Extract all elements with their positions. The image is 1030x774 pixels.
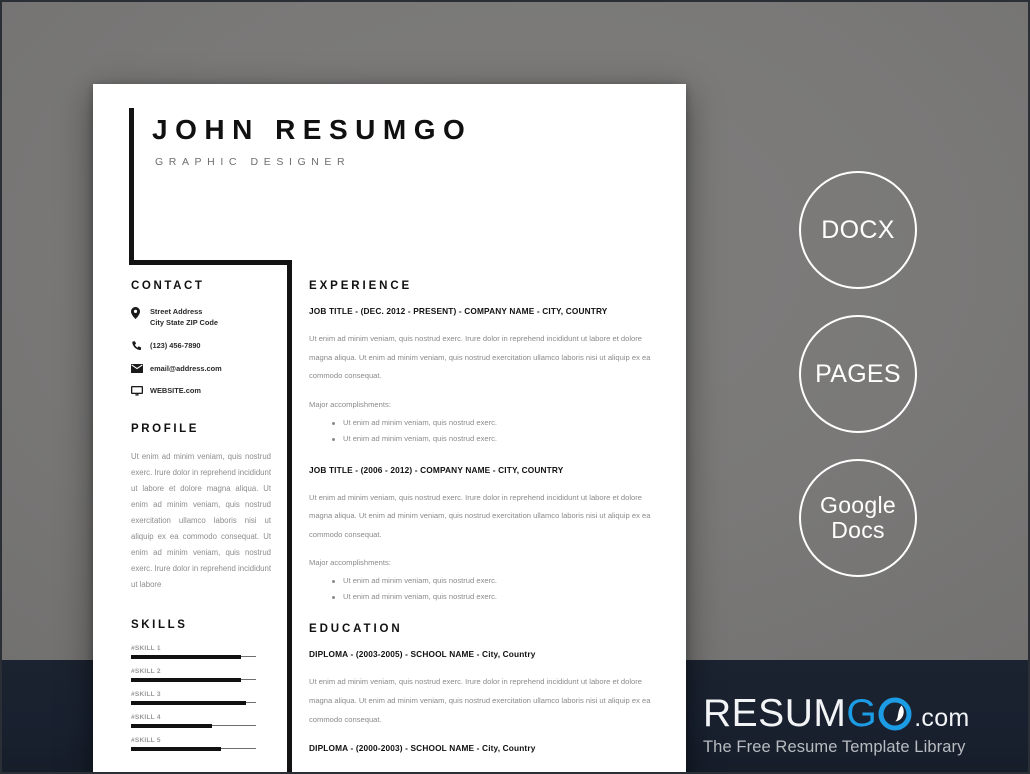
- skill-bar-track: [131, 677, 256, 682]
- format-badge-label: Google Docs: [820, 492, 896, 543]
- format-badge-google-docs[interactable]: Google Docs: [799, 459, 917, 577]
- job-body: Ut enim ad minim veniam, quis nostrud ex…: [309, 492, 651, 539]
- accomplishments-label: Major accomplishments:: [309, 399, 391, 409]
- contact-row-website: WEBSITE.com: [131, 385, 271, 397]
- job-bullets: Ut enim ad minim veniam, quis nostrud ex…: [309, 415, 659, 447]
- skill-bar-track: [131, 746, 256, 751]
- contact-phone-text: (123) 456-7890: [150, 340, 201, 350]
- phone-icon: [131, 340, 150, 352]
- skills-heading: SKILLS: [131, 618, 188, 631]
- list-item: Ut enim ad minim veniam, quis nostrud ex…: [332, 415, 659, 431]
- location-pin-icon: [131, 306, 150, 319]
- contact-row-email: email@address.com: [131, 363, 271, 374]
- skill-label: #SKILL 2: [131, 667, 161, 675]
- logo-text-g: G: [846, 692, 878, 735]
- contact-address-line1: Street Address: [150, 307, 203, 316]
- skill-bar-fill: [131, 654, 241, 659]
- skill-label: #SKILL 1: [131, 644, 161, 652]
- skill-bar-track: [131, 654, 256, 659]
- contact-address-line2: City State ZIP Code: [150, 318, 219, 328]
- envelope-icon: [131, 363, 150, 373]
- skill-item: #SKILL 1: [131, 645, 271, 659]
- format-badge-label: DOCX: [821, 215, 895, 244]
- job-title: JOB TITLE - (DEC. 2012 - PRESENT) - COMP…: [309, 306, 608, 316]
- education-entry-2: DIPLOMA - (2000-2003) - SCHOOL NAME - Ci…: [309, 743, 659, 772]
- format-badge-docx[interactable]: DOCX: [799, 171, 917, 289]
- profile-heading: PROFILE: [131, 422, 200, 435]
- skill-label: #SKILL 5: [131, 736, 161, 744]
- resumgo-branding: RESUM G .com The Free Resume Template Li…: [703, 692, 970, 757]
- job-title: JOB TITLE - (2006 - 2012) - COMPANY NAME…: [309, 464, 564, 475]
- logo-text-resum: RESUM: [703, 692, 847, 735]
- education-title: DIPLOMA - (2003-2005) - SCHOOL NAME - Ci…: [309, 649, 536, 660]
- skill-label: #SKILL 4: [131, 713, 161, 721]
- list-item: Ut enim ad minim veniam, quis nostrud ex…: [332, 573, 659, 589]
- branding-tagline: The Free Resume Template Library: [703, 738, 966, 756]
- skill-bar-fill: [131, 700, 246, 705]
- contact-heading: CONTACT: [131, 280, 205, 292]
- accomplishments-label: Major accomplishments:: [309, 558, 391, 568]
- header-frame-horizontal-rule: [129, 260, 292, 265]
- contact-address-text: Street Address City State ZIP Code: [150, 306, 218, 329]
- contact-email-text: email@address.com: [150, 363, 222, 373]
- monitor-icon: [131, 385, 150, 397]
- skill-bar-fill: [131, 746, 221, 751]
- education-body: Ut enim ad minim veniam, quis nostrud ex…: [309, 677, 651, 724]
- education-body: Ut enim ad minim veniam, quis nostrud ex…: [309, 767, 659, 772]
- contact-website-text: WEBSITE.com: [150, 386, 201, 396]
- skill-bar-track: [131, 723, 256, 728]
- experience-job-1: JOB TITLE - (DEC. 2012 - PRESENT) - COMP…: [309, 306, 659, 447]
- screenshot-frame: JOHN RESUMGO GRAPHIC DESIGNER CONTACT St…: [0, 0, 1030, 774]
- skill-bar-track: [131, 700, 256, 705]
- resumgo-logo: RESUM G .com: [703, 692, 970, 733]
- job-body: Ut enim ad minim veniam, quis nostrud ex…: [309, 334, 651, 381]
- format-badge-pages[interactable]: PAGES: [799, 315, 917, 433]
- resume-page-preview[interactable]: JOHN RESUMGO GRAPHIC DESIGNER CONTACT St…: [93, 84, 686, 772]
- contact-row-phone: (123) 456-7890: [131, 340, 271, 352]
- header-frame-vertical-rule: [129, 108, 134, 265]
- experience-job-2: JOB TITLE - (2006 - 2012) - COMPANY NAME…: [309, 465, 659, 606]
- skill-bar-fill: [131, 723, 213, 728]
- education-entry-1: DIPLOMA - (2003-2005) - SCHOOL NAME - Ci…: [309, 649, 659, 729]
- skill-item: #SKILL 3: [131, 691, 271, 705]
- logo-text-dotcom: .com: [914, 704, 970, 732]
- skill-item: #SKILL 2: [131, 668, 271, 682]
- education-title: DIPLOMA - (2000-2003) - SCHOOL NAME - Ci…: [309, 743, 536, 754]
- logo-o-icon: [878, 692, 912, 731]
- skills-list: #SKILL 1 #SKILL 2 #SKILL 3 #SKILL 4 #SKILL 5: [131, 645, 271, 751]
- resume-left-column: CONTACT Street Address City State ZIP Co…: [131, 280, 271, 760]
- job-bullets: Ut enim ad minim veniam, quis nostrud ex…: [309, 573, 659, 605]
- column-divider-rule: [287, 260, 292, 772]
- skill-item: #SKILL 5: [131, 737, 271, 751]
- experience-heading: EXPERIENCE: [309, 280, 413, 292]
- resume-name: JOHN RESUMGO: [152, 114, 473, 145]
- profile-text: Ut enim ad minim veniam, quis nostrud ex…: [131, 451, 271, 589]
- resume-role: GRAPHIC DESIGNER: [155, 156, 351, 168]
- skill-item: #SKILL 4: [131, 714, 271, 728]
- resume-right-column: EXPERIENCE JOB TITLE - (DEC. 2012 - PRES…: [309, 280, 659, 772]
- format-badges: DOCX PAGES Google Docs: [799, 171, 917, 603]
- contact-row-address: Street Address City State ZIP Code: [131, 306, 271, 329]
- format-badge-label: PAGES: [815, 359, 901, 388]
- skill-label: #SKILL 3: [131, 690, 161, 698]
- list-item: Ut enim ad minim veniam, quis nostrud ex…: [332, 589, 659, 605]
- education-heading: EDUCATION: [309, 623, 403, 636]
- list-item: Ut enim ad minim veniam, quis nostrud ex…: [332, 431, 659, 447]
- skill-bar-fill: [131, 677, 241, 682]
